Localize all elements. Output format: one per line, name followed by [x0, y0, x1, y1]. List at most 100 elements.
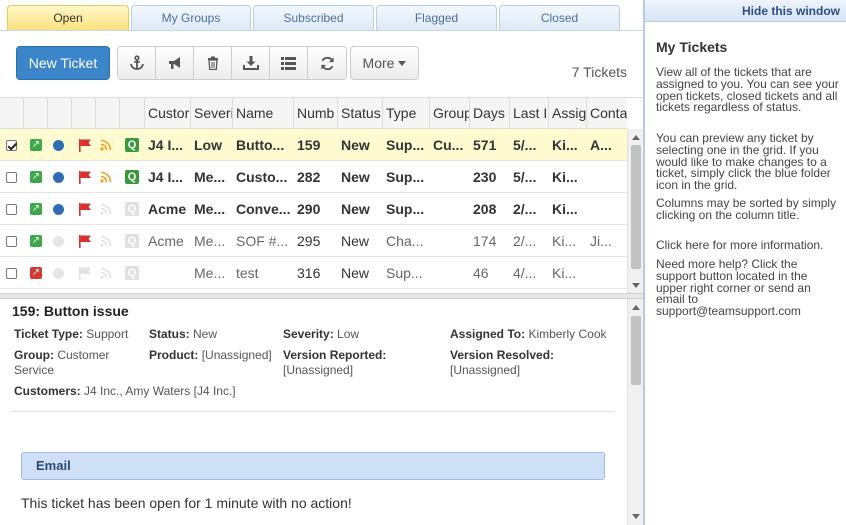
flag-icon[interactable] — [78, 139, 92, 152]
unread-dot-icon[interactable] — [53, 140, 64, 151]
queue-icon[interactable]: Q — [125, 202, 139, 216]
row-checkbox[interactable] — [6, 268, 17, 279]
cell-type[interactable]: Sup... — [383, 161, 430, 193]
cell-group[interactable] — [430, 161, 470, 193]
cell-name[interactable]: Custo... — [233, 161, 294, 193]
cell-days[interactable]: 230 — [470, 161, 510, 193]
cell-name[interactable]: test — [233, 257, 294, 289]
cell-contact[interactable] — [587, 193, 627, 225]
col-last-modified[interactable]: Last I — [510, 98, 549, 129]
cell-customer[interactable]: Acme — [145, 225, 191, 257]
flag-icon[interactable] — [78, 235, 92, 248]
tab-flagged[interactable]: Flagged — [376, 5, 497, 31]
detail-scrollbar[interactable] — [627, 299, 643, 525]
queue-icon[interactable]: Q — [125, 266, 139, 280]
new-ticket-button[interactable]: New Ticket — [16, 46, 110, 80]
cell-last-modified[interactable]: 5/... — [510, 129, 549, 161]
delete-button[interactable] — [194, 47, 232, 79]
cell-customer[interactable]: J4 I... — [145, 161, 191, 193]
unread-dot-icon[interactable] — [53, 204, 64, 215]
col-days[interactable]: Days — [470, 98, 510, 129]
col-severity[interactable]: Severi — [191, 98, 233, 129]
col-assigned[interactable]: Assig — [549, 98, 587, 129]
cell-contact[interactable]: A... — [587, 129, 627, 161]
cell-status[interactable]: New — [338, 161, 383, 193]
unread-dot-icon[interactable] — [53, 172, 64, 183]
table-row[interactable]: ↗ Q J4 I... Me... Custo... 282 New Sup... 230 5/.… — [0, 161, 627, 193]
col-contact[interactable]: Conta — [587, 98, 627, 129]
cell-days[interactable]: 174 — [470, 225, 510, 257]
tab-closed[interactable]: Closed — [499, 5, 620, 31]
row-checkbox[interactable] — [6, 140, 17, 151]
cell-type[interactable]: Cha... — [383, 225, 430, 257]
cell-last-modified[interactable]: 5/... — [510, 161, 549, 193]
cell-customer[interactable] — [145, 257, 191, 289]
subscribe-icon[interactable] — [100, 139, 112, 151]
detail-scroll-up-arrow[interactable] — [632, 305, 640, 310]
row-checkbox[interactable] — [6, 236, 17, 247]
columns-button[interactable] — [270, 47, 308, 79]
cell-type[interactable]: Sup... — [383, 193, 430, 225]
open-ticket-icon[interactable]: ↗ — [30, 203, 42, 215]
cell-severity[interactable]: Me... — [191, 257, 233, 289]
open-ticket-icon[interactable]: ↗ — [30, 139, 42, 151]
announce-button[interactable] — [156, 47, 194, 79]
cell-severity[interactable]: Me... — [191, 193, 233, 225]
cell-assigned[interactable]: Ki... — [549, 225, 587, 257]
cell-number[interactable]: 290 — [294, 193, 338, 225]
cell-number[interactable]: 316 — [294, 257, 338, 289]
table-row[interactable]: ↗ Q Acme Me... Conve... 290 New Sup... 208 2/... K… — [0, 193, 627, 225]
table-row[interactable]: ↗ Q Me... test 316 New Sup... 46 4/... Ki... — [0, 257, 627, 289]
table-row[interactable]: ↗ Q Acme Me... SOF #... 295 New Cha... 174 2/... K… — [0, 225, 627, 257]
open-ticket-icon[interactable]: ↗ — [30, 171, 42, 183]
open-ticket-icon[interactable]: ↗ — [30, 267, 42, 279]
cell-severity[interactable]: Me... — [191, 161, 233, 193]
subscribe-icon[interactable] — [100, 267, 112, 279]
cell-contact[interactable]: Ji... — [587, 225, 627, 257]
cell-contact[interactable] — [587, 161, 627, 193]
export-button[interactable] — [232, 47, 270, 79]
unread-dot-icon[interactable] — [53, 268, 64, 279]
cell-name[interactable]: SOF #... — [233, 225, 294, 257]
flag-icon[interactable] — [78, 171, 92, 184]
detail-scroll-thumb[interactable] — [631, 316, 641, 385]
col-open-icon[interactable] — [24, 98, 48, 129]
cell-severity[interactable]: Low — [191, 129, 233, 161]
cell-days[interactable]: 571 — [470, 129, 510, 161]
cell-assigned[interactable]: Ki... — [549, 161, 587, 193]
queue-icon[interactable]: Q — [125, 138, 139, 152]
row-checkbox[interactable] — [6, 204, 17, 215]
cell-number[interactable]: 159 — [294, 129, 338, 161]
cell-type[interactable]: Sup... — [383, 129, 430, 161]
email-section-header[interactable]: Email — [21, 452, 605, 480]
subscribe-icon[interactable] — [100, 203, 112, 215]
scroll-down-arrow[interactable] — [632, 283, 640, 288]
col-name[interactable]: Name — [233, 98, 294, 129]
cell-last-modified[interactable]: 2/... — [510, 225, 549, 257]
subscribe-icon[interactable] — [100, 235, 112, 247]
cell-status[interactable]: New — [338, 129, 383, 161]
col-type[interactable]: Type — [383, 98, 430, 129]
cell-name[interactable]: Butto... — [233, 129, 294, 161]
cell-contact[interactable] — [587, 257, 627, 289]
cell-status[interactable]: New — [338, 257, 383, 289]
cell-severity[interactable]: Me... — [191, 225, 233, 257]
tab-subscribed[interactable]: Subscribed — [253, 5, 374, 31]
table-row[interactable]: ↗ Q J4 I... Low Butto... 159 New Sup... Cu... 571… — [0, 129, 627, 161]
col-read-icon[interactable] — [48, 98, 72, 129]
cell-group[interactable]: Cu... — [430, 129, 470, 161]
tab-open[interactable]: Open — [7, 5, 129, 31]
tab-my-groups[interactable]: My Groups — [131, 5, 251, 31]
cell-last-modified[interactable]: 4/... — [510, 257, 549, 289]
queue-icon[interactable]: Q — [125, 234, 139, 248]
cell-customer[interactable]: J4 I... — [145, 129, 191, 161]
cell-number[interactable]: 295 — [294, 225, 338, 257]
cell-assigned[interactable]: Ki... — [549, 193, 587, 225]
subscribe-icon[interactable] — [100, 171, 112, 183]
col-status[interactable]: Status — [338, 98, 383, 129]
grid-scrollbar[interactable] — [627, 129, 643, 293]
cell-group[interactable] — [430, 225, 470, 257]
more-info-link[interactable]: Click here for more information. — [656, 239, 840, 252]
refresh-button[interactable] — [308, 47, 346, 79]
queue-icon[interactable]: Q — [125, 170, 139, 184]
